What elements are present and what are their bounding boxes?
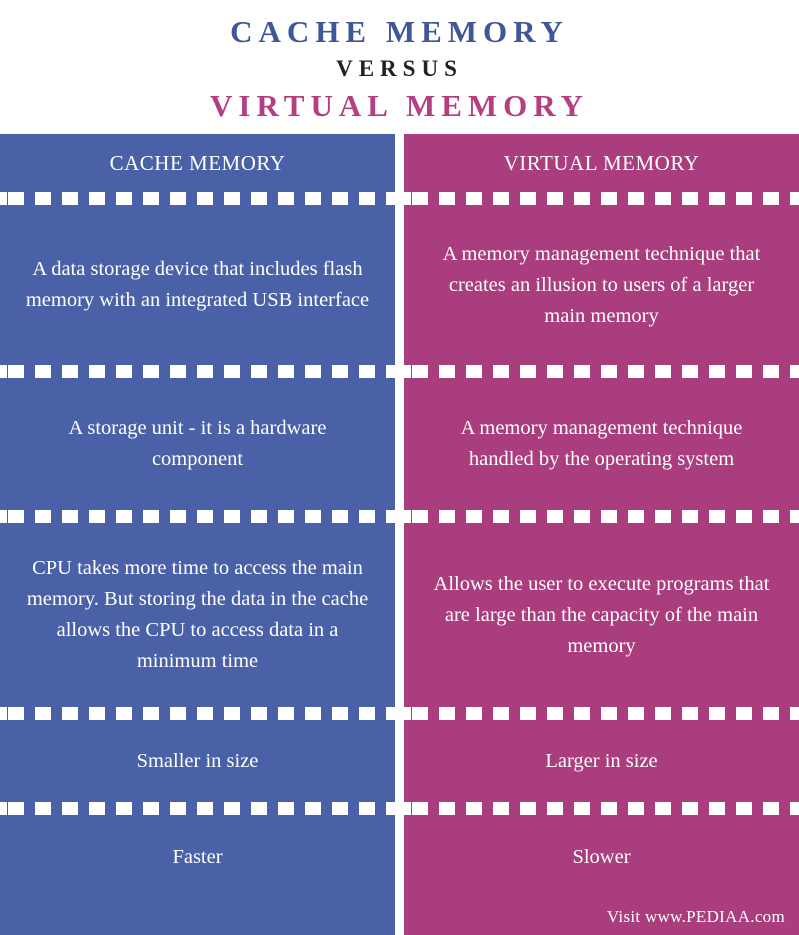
row-divider bbox=[0, 707, 395, 720]
column-cache-memory: CACHE MEMORY A data storage device that … bbox=[0, 134, 395, 935]
comparison-infographic: CACHE MEMORY VERSUS VIRTUAL MEMORY CACHE… bbox=[0, 0, 799, 935]
cell-text: Smaller in size bbox=[136, 749, 259, 772]
table-cell: Faster bbox=[0, 815, 395, 900]
table-cell: Slower bbox=[404, 815, 799, 900]
cell-text: A data storage device that includes flas… bbox=[25, 258, 370, 311]
row-divider bbox=[404, 510, 799, 523]
table-cell: A storage unit - it is a hardware compon… bbox=[0, 378, 395, 510]
row-divider bbox=[404, 365, 799, 378]
title-primary: CACHE MEMORY bbox=[230, 14, 569, 49]
source-credit: Visit www.PEDIAA.com bbox=[606, 907, 785, 926]
column-virtual-memory: VIRTUAL MEMORY A memory management techn… bbox=[404, 134, 799, 935]
cell-text: A storage unit - it is a hardware compon… bbox=[68, 417, 327, 470]
title-versus: VERSUS bbox=[336, 56, 463, 81]
table-cell: CPU takes more time to access the main m… bbox=[0, 523, 395, 707]
title-block: CACHE MEMORY VERSUS VIRTUAL MEMORY bbox=[0, 0, 799, 126]
cell-text: CPU takes more time to access the main m… bbox=[26, 557, 369, 672]
row-divider bbox=[0, 192, 395, 205]
table-cell: Allows the user to execute programs that… bbox=[404, 523, 799, 707]
column-gap bbox=[395, 134, 404, 935]
table-cell: A memory management technique handled by… bbox=[404, 378, 799, 510]
cell-text: A memory management technique handled by… bbox=[460, 417, 743, 470]
column-header-virtual-memory: VIRTUAL MEMORY bbox=[503, 150, 700, 175]
table-cell: Smaller in size bbox=[0, 720, 395, 802]
cell-text: Larger in size bbox=[545, 749, 658, 772]
row-divider bbox=[0, 510, 395, 523]
row-divider bbox=[0, 365, 395, 378]
column-header-cache-memory: CACHE MEMORY bbox=[109, 150, 286, 175]
table-cell: A data storage device that includes flas… bbox=[0, 205, 395, 365]
table-cell: A memory management technique that creat… bbox=[404, 205, 799, 365]
title-secondary: VIRTUAL MEMORY bbox=[210, 88, 589, 123]
row-divider bbox=[404, 802, 799, 815]
comparison-table: CACHE MEMORY A data storage device that … bbox=[0, 134, 799, 935]
cell-text: Allows the user to execute programs that… bbox=[433, 572, 770, 657]
row-divider bbox=[404, 707, 799, 720]
cell-text: Faster bbox=[172, 846, 223, 868]
row-divider bbox=[404, 192, 799, 205]
row-divider bbox=[0, 802, 395, 815]
table-cell: Larger in size bbox=[404, 720, 799, 802]
cell-text: A memory management technique that creat… bbox=[442, 242, 761, 327]
cell-text: Slower bbox=[572, 846, 631, 868]
